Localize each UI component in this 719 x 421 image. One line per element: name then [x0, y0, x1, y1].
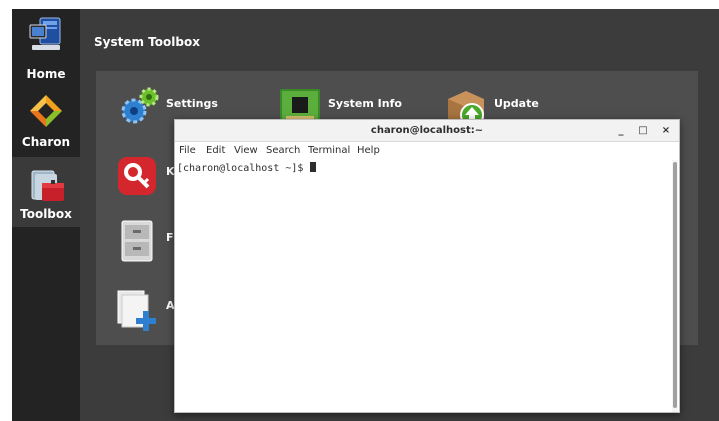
menu-edit[interactable]: Edit	[206, 145, 225, 156]
menu-search[interactable]: Search	[266, 145, 300, 156]
terminal-prompt: [charon@localhost ~]$	[177, 163, 310, 174]
add-document-icon	[117, 290, 156, 331]
left-nav: Home Charon Toolbox	[12, 9, 80, 421]
tool-label-files: F	[166, 231, 174, 244]
nav-label-toolbox: Toolbox	[20, 207, 72, 221]
tool-label-system-info: System Info	[328, 97, 402, 110]
tool-label-settings: Settings	[166, 97, 218, 110]
nav-item-toolbox[interactable]: Toolbox	[12, 157, 80, 227]
nav-item-home[interactable]: Home	[12, 9, 80, 83]
terminal-menubar: File Edit View Search Terminal Help	[175, 144, 679, 159]
file-cabinet-icon	[121, 220, 153, 262]
terminal-titlebar[interactable]: charon@localhost:~ _ □ ×	[175, 120, 679, 142]
terminal-window[interactable]: charon@localhost:~ _ □ × File Edit View …	[174, 119, 680, 413]
text-cursor	[310, 162, 317, 172]
tool-label-update: Update	[494, 97, 539, 110]
terminal-body[interactable]: [charon@localhost ~]$	[175, 160, 671, 412]
terminal-scrollbar[interactable]	[672, 160, 678, 412]
toolbox-icon	[31, 170, 64, 201]
desktop-screen: Home Charon Toolbox System Toolbox Setti…	[12, 9, 719, 421]
nav-label-home: Home	[26, 67, 66, 81]
computer-icon	[29, 17, 61, 50]
key-icon	[118, 157, 156, 195]
charon-logo-icon	[30, 95, 62, 127]
scrollbar-thumb[interactable]	[673, 162, 677, 408]
nav-label-charon: Charon	[21, 135, 71, 149]
terminal-title: charon@localhost:~	[370, 125, 484, 136]
menu-help[interactable]: Help	[357, 145, 380, 156]
minimize-button[interactable]: _	[613, 123, 629, 139]
gears-icon	[121, 87, 159, 124]
page-title: System Toolbox	[94, 35, 200, 49]
nav-item-charon[interactable]: Charon	[12, 83, 80, 157]
menu-terminal[interactable]: Terminal	[308, 145, 350, 156]
maximize-button[interactable]: □	[635, 123, 651, 139]
menu-view[interactable]: View	[234, 145, 258, 156]
menu-file[interactable]: File	[179, 145, 196, 156]
terminal-prompt-line: [charon@localhost ~]$	[177, 162, 317, 174]
close-button[interactable]: ×	[658, 123, 674, 139]
